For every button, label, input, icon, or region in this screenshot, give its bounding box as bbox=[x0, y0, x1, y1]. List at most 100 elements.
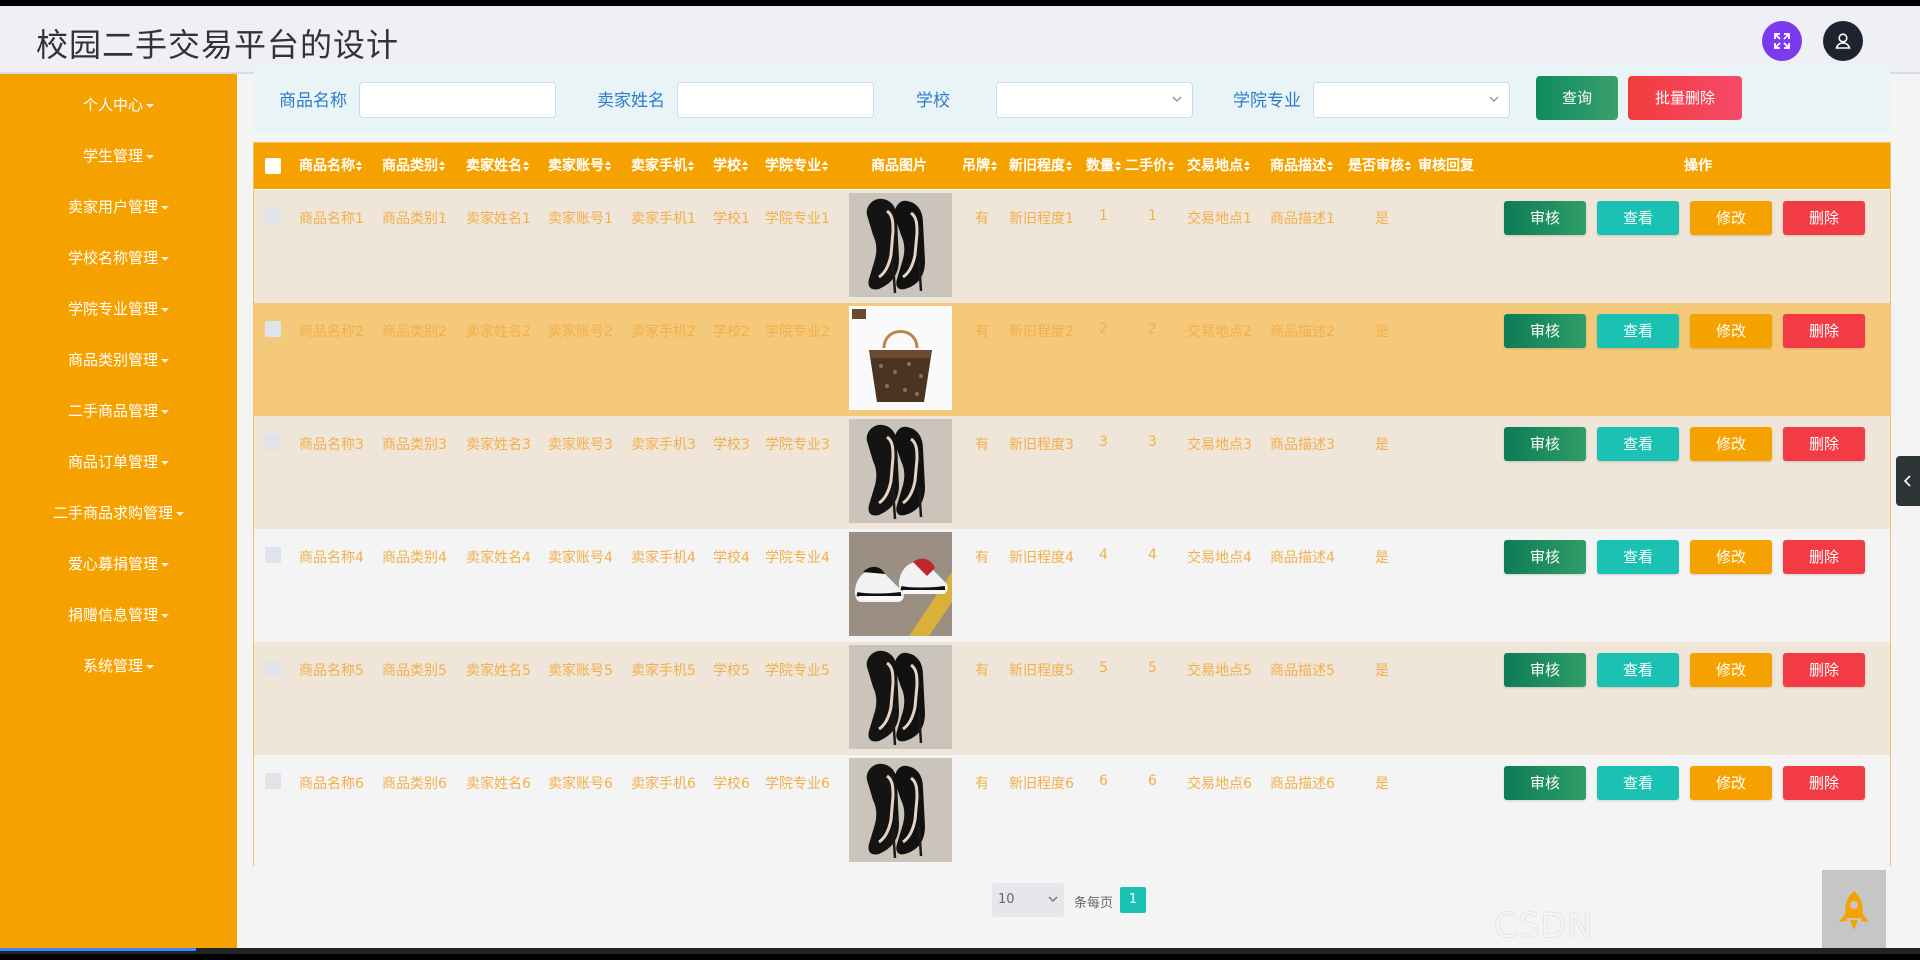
cell-description: 商品描述1 bbox=[1270, 211, 1335, 227]
bulk-delete-button[interactable]: 批量删除 bbox=[1628, 76, 1742, 120]
cell-condition: 新旧程度1 bbox=[1009, 211, 1074, 227]
seller-name-input[interactable] bbox=[677, 82, 874, 118]
audit-button[interactable]: 审核 bbox=[1504, 314, 1586, 348]
product-table: 商品名称 商品类别 卖家姓名 卖家账号 卖家手机 学校 学院专业 商品图片 吊牌 新旧程度 数量 二手… bbox=[253, 142, 1891, 868]
delete-button[interactable]: 删除 bbox=[1783, 540, 1865, 574]
cell-product-name: 商品名称4 bbox=[299, 550, 364, 566]
product-image[interactable] bbox=[849, 306, 952, 410]
product-name-input[interactable] bbox=[359, 82, 556, 118]
delete-button[interactable]: 删除 bbox=[1783, 766, 1865, 800]
sidebar-item[interactable]: 学校名称管理 bbox=[0, 238, 237, 278]
edit-button[interactable]: 修改 bbox=[1690, 314, 1772, 348]
sidebar-item[interactable]: 系统管理 bbox=[0, 646, 237, 686]
sidebar-item[interactable]: 二手商品管理 bbox=[0, 391, 237, 431]
edit-button[interactable]: 修改 bbox=[1690, 427, 1772, 461]
video-progress-bar[interactable] bbox=[0, 948, 1920, 954]
column-header[interactable]: 卖家姓名 bbox=[466, 143, 529, 189]
column-header[interactable]: 是否审核 bbox=[1348, 143, 1411, 189]
view-button[interactable]: 查看 bbox=[1597, 314, 1679, 348]
cell-audited: 是 bbox=[1375, 437, 1389, 453]
column-header[interactable]: 二手价 bbox=[1125, 143, 1174, 189]
view-button[interactable]: 查看 bbox=[1597, 653, 1679, 687]
delete-button[interactable]: 删除 bbox=[1783, 201, 1865, 235]
school-select[interactable] bbox=[996, 82, 1193, 118]
delete-button[interactable]: 删除 bbox=[1783, 653, 1865, 687]
select-all-checkbox[interactable] bbox=[265, 158, 281, 174]
delete-button[interactable]: 删除 bbox=[1783, 314, 1865, 348]
view-button[interactable]: 查看 bbox=[1597, 766, 1679, 800]
cell-product-name: 商品名称3 bbox=[299, 437, 364, 453]
column-header[interactable]: 学院专业 bbox=[765, 143, 828, 189]
cell-price: 5 bbox=[1148, 660, 1157, 676]
sidebar-item[interactable]: 二手商品求购管理 bbox=[0, 493, 237, 533]
cell-tag: 有 bbox=[975, 663, 989, 679]
row-checkbox[interactable] bbox=[265, 547, 281, 563]
cell-price: 3 bbox=[1148, 434, 1157, 450]
table-row: 商品名称3 商品类别3 卖家姓名3 卖家账号3 卖家手机3 学校3 学院专业3 有 新旧程度3 3… bbox=[254, 416, 1890, 529]
cell-trade-location: 交易地点5 bbox=[1187, 663, 1252, 679]
caret-down-icon bbox=[161, 358, 169, 363]
edit-button[interactable]: 修改 bbox=[1690, 540, 1772, 574]
sidebar-item[interactable]: 学生管理 bbox=[0, 136, 237, 176]
column-header[interactable]: 吊牌 bbox=[962, 143, 997, 189]
sidebar-item[interactable]: 捐赠信息管理 bbox=[0, 595, 237, 635]
column-header[interactable]: 商品名称 bbox=[299, 143, 362, 189]
row-checkbox[interactable] bbox=[265, 208, 281, 224]
major-select[interactable] bbox=[1313, 82, 1510, 118]
user-icon bbox=[1835, 33, 1851, 49]
sort-icon bbox=[822, 161, 828, 171]
caret-down-icon bbox=[161, 409, 169, 414]
view-button[interactable]: 查看 bbox=[1597, 540, 1679, 574]
delete-button[interactable]: 删除 bbox=[1783, 427, 1865, 461]
audit-button[interactable]: 审核 bbox=[1504, 427, 1586, 461]
product-image[interactable] bbox=[849, 419, 952, 523]
sidebar-item[interactable]: 个人中心 bbox=[0, 85, 237, 125]
audit-button[interactable]: 审核 bbox=[1504, 766, 1586, 800]
page-size-select[interactable]: 10 bbox=[992, 883, 1064, 917]
edit-button[interactable]: 修改 bbox=[1690, 766, 1772, 800]
row-checkbox[interactable] bbox=[265, 773, 281, 789]
caret-down-icon bbox=[161, 307, 169, 312]
audit-button[interactable]: 审核 bbox=[1504, 540, 1586, 574]
cell-major: 学院专业3 bbox=[765, 437, 830, 453]
product-image[interactable] bbox=[849, 645, 952, 749]
sidebar-item[interactable]: 卖家用户管理 bbox=[0, 187, 237, 227]
column-header[interactable]: 数量 bbox=[1086, 143, 1121, 189]
product-image[interactable] bbox=[849, 758, 952, 862]
product-image[interactable] bbox=[849, 532, 952, 636]
product-image[interactable] bbox=[849, 193, 952, 297]
chevron-down-icon bbox=[1048, 896, 1058, 903]
column-header[interactable]: 新旧程度 bbox=[1009, 143, 1072, 189]
column-header[interactable]: 学校 bbox=[713, 143, 748, 189]
column-header[interactable]: 交易地点 bbox=[1187, 143, 1250, 189]
row-checkbox[interactable] bbox=[265, 660, 281, 676]
row-checkbox[interactable] bbox=[265, 434, 281, 450]
cell-major: 学院专业4 bbox=[765, 550, 830, 566]
search-label-product-name: 商品名称 bbox=[279, 91, 347, 111]
view-button[interactable]: 查看 bbox=[1597, 427, 1679, 461]
page-number-current[interactable]: 1 bbox=[1120, 887, 1146, 913]
audit-button[interactable]: 审核 bbox=[1504, 653, 1586, 687]
edit-button[interactable]: 修改 bbox=[1690, 201, 1772, 235]
sort-icon bbox=[439, 161, 445, 171]
user-menu-button[interactable] bbox=[1823, 21, 1863, 61]
sort-icon bbox=[1066, 161, 1072, 171]
sidebar-item[interactable]: 商品订单管理 bbox=[0, 442, 237, 482]
sidebar-item[interactable]: 商品类别管理 bbox=[0, 340, 237, 380]
column-header[interactable]: 商品类别 bbox=[382, 143, 445, 189]
column-header[interactable]: 商品描述 bbox=[1270, 143, 1333, 189]
view-button[interactable]: 查看 bbox=[1597, 201, 1679, 235]
sidebar-item[interactable]: 爱心募捐管理 bbox=[0, 544, 237, 584]
audit-button[interactable]: 审核 bbox=[1504, 201, 1586, 235]
column-header[interactable]: 卖家手机 bbox=[631, 143, 694, 189]
cell-school: 学校5 bbox=[713, 663, 750, 679]
cell-price: 2 bbox=[1148, 321, 1157, 337]
column-header[interactable]: 卖家账号 bbox=[548, 143, 611, 189]
fullscreen-button[interactable] bbox=[1762, 21, 1802, 61]
edit-button[interactable]: 修改 bbox=[1690, 653, 1772, 687]
sidebar-item[interactable]: 学院专业管理 bbox=[0, 289, 237, 329]
side-panel-toggle[interactable] bbox=[1896, 456, 1920, 506]
row-checkbox[interactable] bbox=[265, 321, 281, 337]
sort-icon bbox=[1168, 161, 1174, 171]
query-button[interactable]: 查询 bbox=[1536, 76, 1618, 120]
